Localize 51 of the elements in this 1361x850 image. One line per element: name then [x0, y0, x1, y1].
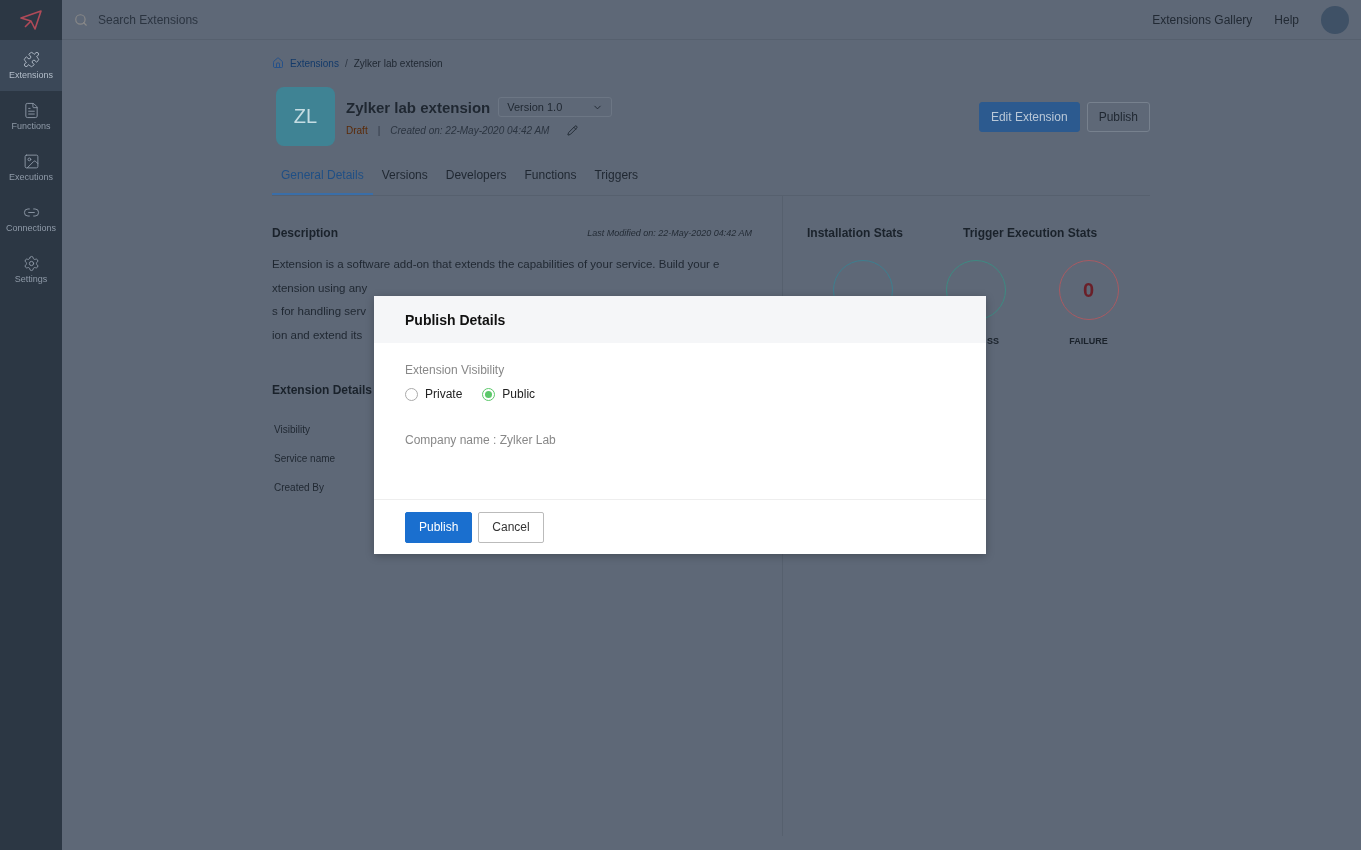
pencil-icon[interactable]	[567, 125, 579, 136]
sidebar-item[interactable]: Functions	[0, 91, 62, 142]
description-text: ion and extend its	[272, 327, 363, 343]
stats-title: Installation Stats	[807, 226, 904, 240]
function-file-icon	[22, 102, 40, 119]
extension-initials-tile: ZL	[276, 87, 335, 146]
meta-separator: |	[377, 125, 381, 136]
section-title: Extension Details	[272, 383, 373, 397]
status-label: Draft	[346, 125, 368, 136]
home-icon[interactable]	[272, 57, 284, 69]
description-text: xtension using any	[272, 280, 368, 296]
last-modified-date: Last Modified on: 22-May-2020 04:42 AM	[587, 228, 752, 238]
sidebar-item[interactable]: Extensions	[0, 40, 62, 91]
action-button[interactable]: Publish	[1086, 101, 1150, 132]
breadcrumb-separator: /	[344, 57, 348, 69]
sidebar-item[interactable]: Executions	[0, 142, 62, 193]
tab[interactable]: Triggers	[585, 168, 648, 195]
stat-label: FAILURE	[1069, 336, 1108, 346]
search-field[interactable]: Search Extensions	[96, 11, 396, 28]
sidebar-item[interactable]: Settings	[0, 244, 62, 295]
tab[interactable]: Functions	[515, 168, 586, 195]
puzzle-icon	[22, 51, 40, 68]
dialog-button[interactable]: Publish	[405, 511, 473, 543]
detail-label: Service name	[274, 453, 336, 464]
dialog-title: Publish Details	[405, 311, 506, 328]
section-title: Description	[272, 226, 338, 240]
search-icon	[74, 12, 88, 27]
extension-name: Zylker lab extension	[346, 98, 491, 116]
description-text: s for handling serv	[272, 304, 366, 319]
tab[interactable]: Versions	[372, 168, 437, 195]
paper-plane-logo-icon	[19, 9, 43, 31]
picture-frame-icon	[22, 153, 40, 170]
radio-option[interactable]: Public	[482, 387, 536, 401]
stats-title: Trigger Execution Stats	[963, 226, 1098, 240]
action-button[interactable]: Edit Extension	[978, 101, 1080, 132]
detail-label: Visibility	[274, 424, 310, 435]
stat-label: SS	[987, 336, 999, 346]
header-link[interactable]: Help	[1274, 12, 1299, 27]
avatar[interactable]	[1321, 5, 1349, 34]
header-link[interactable]: Extensions Gallery	[1152, 12, 1253, 27]
tab[interactable]: Developers	[436, 168, 516, 195]
version-dropdown[interactable]: Version 1.0	[498, 97, 613, 117]
dialog-button[interactable]: Cancel	[478, 511, 544, 543]
company-name-text: Company name : Zylker Lab	[405, 433, 556, 447]
detail-label: Created By	[274, 482, 325, 493]
sidebar-item[interactable]: Connections	[0, 193, 62, 244]
field-label: Extension Visibility	[405, 363, 505, 377]
settings-icon	[22, 255, 40, 272]
breadcrumb-current: Zylker lab extension	[353, 57, 443, 69]
description-text: Extension is a software add-on that extends the capabilities of your service. Build your e	[272, 257, 720, 272]
radio-option[interactable]: Private	[405, 387, 463, 401]
